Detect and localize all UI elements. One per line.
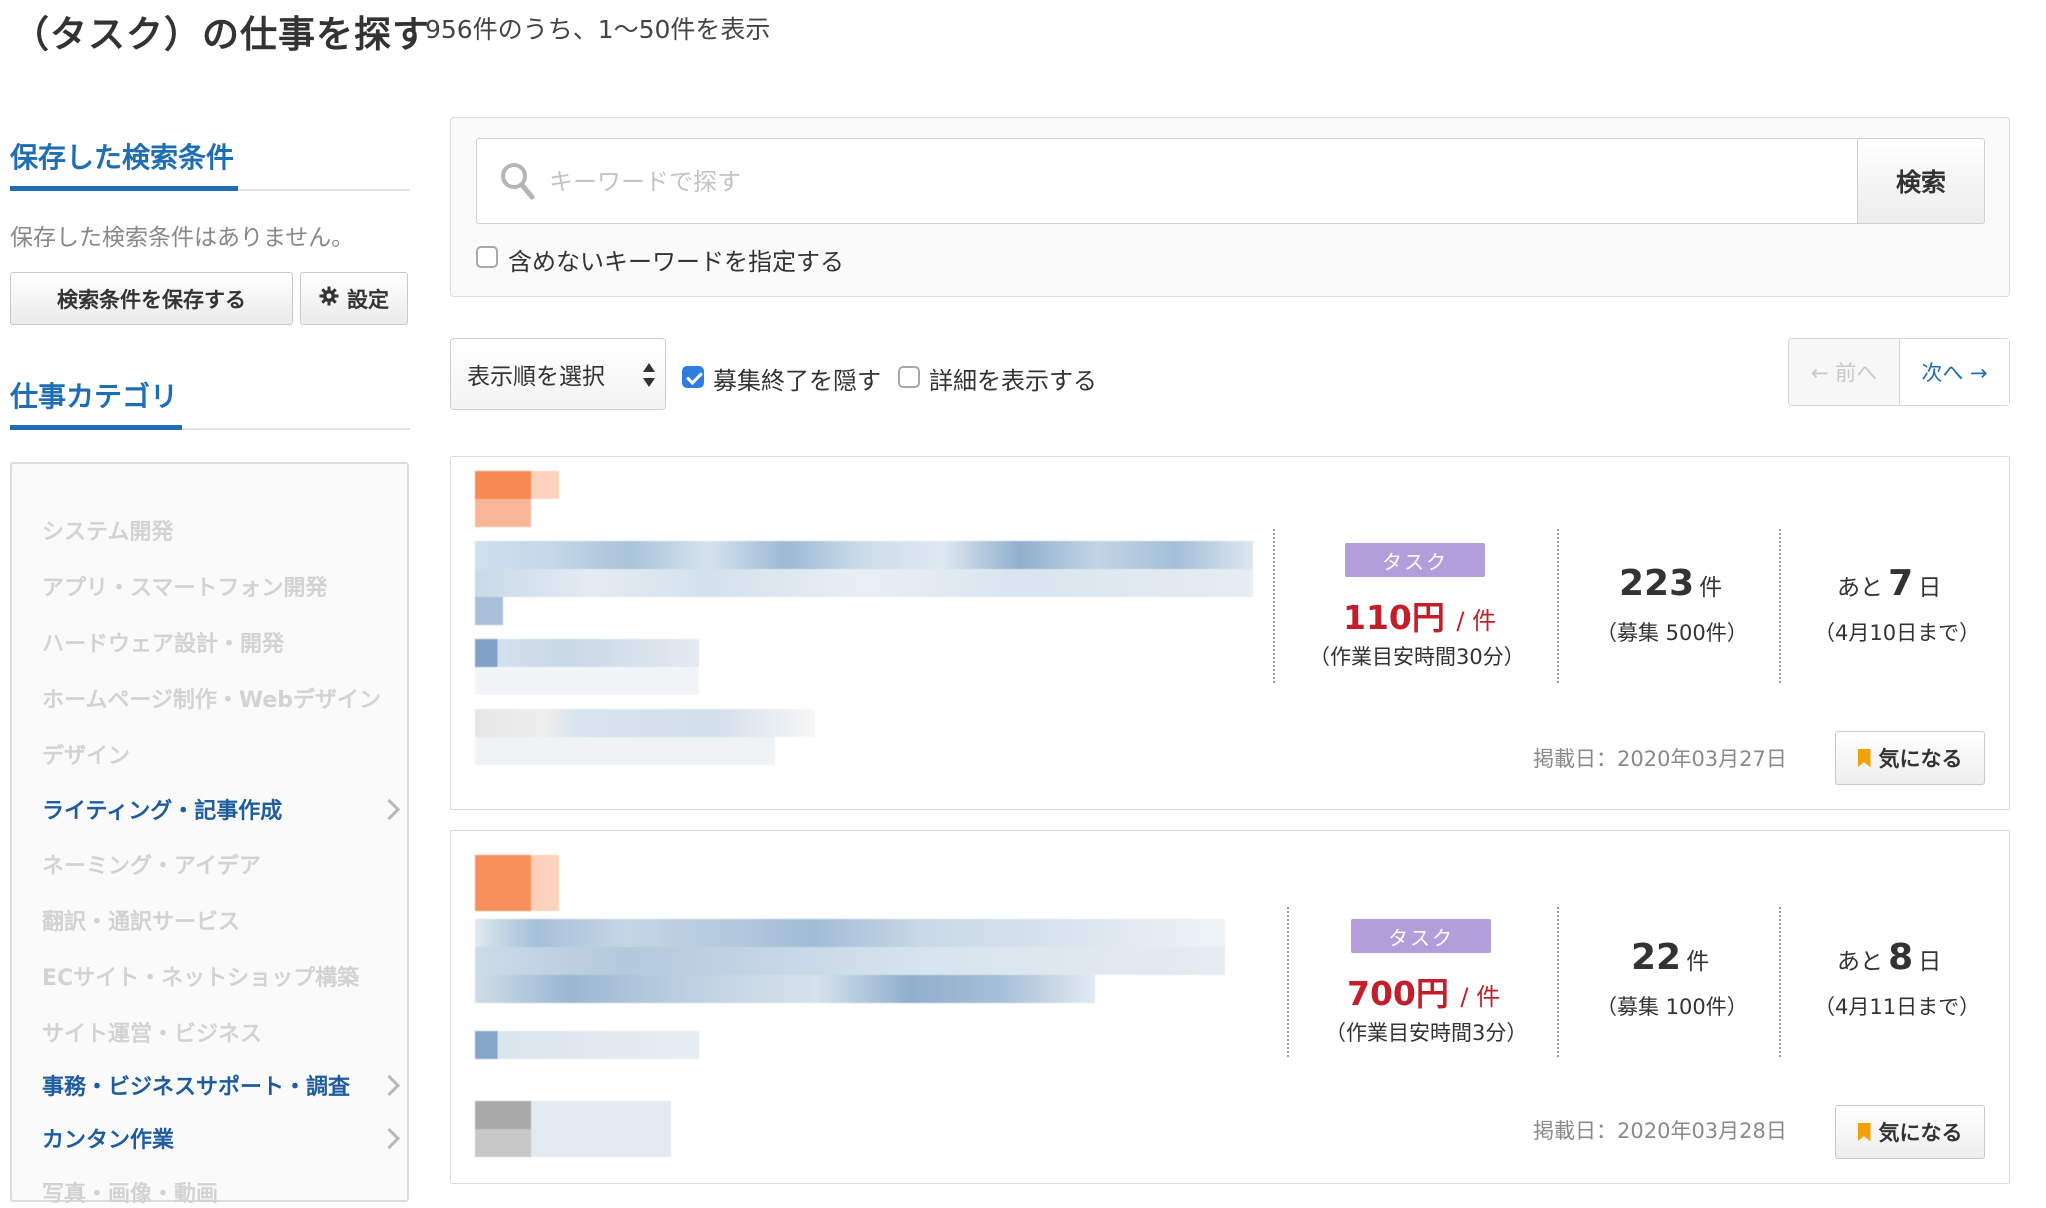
category-item[interactable]: ECサイト・ネットショップ構築 [42, 960, 359, 992]
saved-search-heading: 保存した検索条件 [10, 141, 235, 174]
job-price: 700円 / 件 [1347, 967, 1500, 1015]
chevron-right-icon [378, 1127, 401, 1150]
search-button-label: 検索 [1895, 168, 1946, 197]
category-item[interactable]: ホームページ制作・Webデザイン [42, 682, 381, 714]
hide-closed-checkbox[interactable] [682, 366, 704, 388]
job-work-time: （作業目安時間3分） [1325, 1021, 1528, 1045]
save-search-button[interactable]: 検索条件を保存する [10, 272, 293, 325]
job-price-value: 700円 [1347, 974, 1449, 1013]
category-heading: 仕事カテゴリ [10, 380, 179, 413]
job-remaining-unit: 日 [1918, 575, 1942, 601]
job-remaining-unit: 日 [1918, 949, 1942, 975]
job-deadline: （4月11日まで） [1814, 995, 1981, 1019]
job-count-unit: 件 [1699, 575, 1723, 601]
search-button[interactable]: 検索 [1857, 138, 1985, 224]
favorite-button-label: 気になる [1878, 747, 1963, 771]
divider [1287, 907, 1289, 1057]
divider [1779, 529, 1781, 683]
settings-button-label: 設定 [347, 287, 389, 312]
show-details-checkbox[interactable] [898, 366, 920, 388]
divider [1779, 907, 1781, 1057]
search-input[interactable] [547, 139, 1841, 225]
next-page-button[interactable]: 次へ → [1900, 339, 2009, 405]
job-remaining-prefix: あと [1837, 949, 1883, 975]
category-item[interactable]: デザイン [42, 738, 130, 770]
job-posted-date: 掲載日：2020年03月28日 [1533, 1119, 1787, 1143]
blurred-job-thumbnail [463, 845, 1253, 1165]
job-count: 223 件 [1619, 563, 1722, 604]
heading-underline [10, 425, 182, 430]
job-deadline: （4月10日まで） [1814, 621, 1981, 645]
job-type-badge: タスク [1345, 543, 1485, 577]
gear-icon [319, 286, 339, 311]
heading-underline [10, 186, 238, 191]
job-type-badge: タスク [1351, 919, 1491, 953]
job-price-unit: / 件 [1456, 607, 1497, 635]
job-remaining-days: 7 [1888, 563, 1914, 604]
job-recruit-total: （募集 500件） [1596, 621, 1748, 645]
bookmark-icon [1857, 1122, 1871, 1142]
sort-select[interactable]: 表示順を選択 [450, 338, 666, 410]
exclude-keyword-label[interactable]: 含めないキーワードを指定する [508, 242, 844, 277]
category-item-writing[interactable]: ライティング・記事作成 [42, 793, 282, 825]
pager: ← 前へ 次へ → [1788, 338, 2010, 406]
job-count-value: 22 [1631, 937, 1682, 978]
favorite-button[interactable]: 気になる [1835, 1105, 1985, 1159]
divider [1273, 529, 1275, 683]
divider [1557, 907, 1559, 1057]
result-count: 956件のうち、1〜50件を表示 [425, 15, 771, 44]
bookmark-icon [1857, 748, 1871, 768]
job-price-value: 110円 [1343, 598, 1445, 637]
job-count: 22 件 [1631, 937, 1709, 978]
search-icon [499, 161, 535, 205]
category-list: システム開発 アプリ・スマートフォン開発 ハードウェア設計・開発 ホームページ制… [10, 462, 409, 1207]
job-remaining-days: 8 [1888, 937, 1914, 978]
job-count-unit: 件 [1686, 949, 1710, 975]
category-item[interactable]: 翻訳・通訳サービス [42, 904, 240, 936]
favorite-button[interactable]: 気になる [1835, 731, 1985, 785]
job-price-unit: / 件 [1460, 983, 1501, 1011]
page-title: （タスク）の仕事を探す [12, 13, 430, 56]
job-recruit-total: （募集 100件） [1596, 995, 1748, 1019]
category-item-easy-work[interactable]: カンタン作業 [42, 1122, 174, 1154]
category-item[interactable]: ネーミング・アイデア [42, 848, 261, 880]
job-work-time: （作業目安時間30分） [1309, 645, 1525, 669]
select-arrows-icon [643, 363, 655, 393]
job-remaining: あと 8 日 [1837, 937, 1941, 978]
category-item[interactable]: 写真・画像・動画 [42, 1176, 218, 1208]
save-search-button-label: 検索条件を保存する [57, 287, 246, 312]
favorite-button-label: 気になる [1878, 1121, 1963, 1145]
search-box [476, 138, 1859, 225]
job-card[interactable]: タスク 700円 / 件 （作業目安時間3分） 22 件 （募集 100件） あ… [450, 830, 2010, 1184]
category-item[interactable]: サイト運営・ビジネス [42, 1016, 262, 1048]
show-details-label[interactable]: 詳細を表示する [929, 361, 1097, 396]
category-item[interactable]: アプリ・スマートフォン開発 [42, 570, 327, 602]
job-posted-date: 掲載日：2020年03月27日 [1533, 747, 1787, 771]
job-remaining: あと 7 日 [1837, 563, 1941, 604]
prev-page-button[interactable]: ← 前へ [1789, 339, 1900, 405]
category-item[interactable]: システム開発 [42, 514, 173, 546]
job-price: 110円 / 件 [1343, 591, 1496, 639]
job-count-value: 223 [1619, 563, 1695, 604]
saved-search-empty-message: 保存した検索条件はありません。 [10, 225, 355, 251]
chevron-right-icon [378, 798, 401, 821]
settings-button[interactable]: 設定 [300, 272, 408, 325]
exclude-keyword-checkbox[interactable] [476, 246, 498, 268]
category-item-business-support[interactable]: 事務・ビジネスサポート・調査 [42, 1069, 350, 1101]
hide-closed-label[interactable]: 募集終了を隠す [713, 361, 881, 396]
divider [1557, 529, 1559, 683]
job-card[interactable]: タスク 110円 / 件 （作業目安時間30分） 223 件 （募集 500件）… [450, 456, 2010, 810]
chevron-right-icon [378, 1074, 401, 1097]
job-remaining-prefix: あと [1837, 575, 1883, 601]
category-item[interactable]: ハードウェア設計・開発 [42, 626, 284, 658]
sort-select-value: 表示順を選択 [467, 364, 605, 390]
blurred-job-thumbnail [463, 471, 1253, 791]
